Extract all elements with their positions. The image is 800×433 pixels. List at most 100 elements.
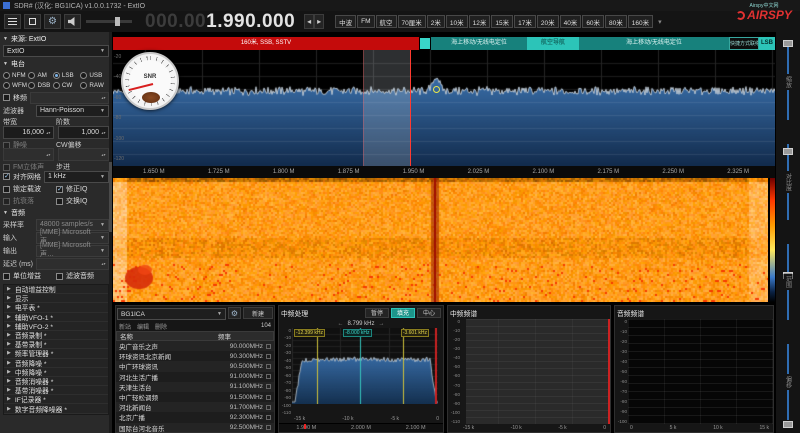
audio-section-header[interactable]: ▼音频 <box>3 207 109 218</box>
band-button[interactable]: 12米 <box>469 15 491 28</box>
tuning-line[interactable] <box>410 50 411 166</box>
row-checkbox[interactable] <box>266 395 271 400</box>
action-new[interactable]: 新站 <box>119 322 131 331</box>
mode-radio[interactable]: WFM <box>3 82 28 89</box>
audio-plot[interactable] <box>628 319 773 424</box>
band-button[interactable]: 航空 <box>376 15 397 28</box>
band-button[interactable]: 70厘米 <box>398 15 426 28</box>
scrollbar-thumb[interactable] <box>109 162 112 232</box>
airspy-logo[interactable]: Airspy中文网 AIRSPY <box>731 2 797 21</box>
radio-section-header[interactable]: ▼电台 <box>3 58 109 69</box>
source-select[interactable]: ExtIO▼ <box>3 45 109 57</box>
plugin-item[interactable]: ▶数字音频降噪器 * <box>4 404 108 413</box>
option-checkbox[interactable]: 锁定载波 <box>3 183 56 195</box>
volume-slider-thumb[interactable] <box>115 17 120 26</box>
action-delete[interactable]: 删除 <box>155 322 167 331</box>
table-row[interactable]: 央广音乐之声 90.000MHz <box>116 341 274 351</box>
vertical-slider[interactable]: 偏移 <box>776 332 800 432</box>
table-row[interactable]: 天津生活台 91.100MHz <box>116 382 274 392</box>
spinner-icon[interactable]: ▴▾ <box>45 149 52 160</box>
table-row[interactable]: 环球资讯北京新闻 90.300MHz <box>116 351 274 361</box>
table-row[interactable]: 中广轻松调频 91.500MHz <box>116 392 274 402</box>
band-plan-segment[interactable]: 航空导航 <box>527 37 579 50</box>
option-checkbox[interactable]: 抗衰落 <box>3 195 56 207</box>
spinner-icon[interactable]: ▴▾ <box>100 127 107 138</box>
shift-input[interactable]: ▴▾ <box>30 92 109 104</box>
spectrum-canvas[interactable] <box>113 50 775 166</box>
mute-button[interactable] <box>64 14 81 29</box>
row-checkbox[interactable] <box>266 374 271 379</box>
row-checkbox[interactable] <box>266 425 271 430</box>
option-checkbox[interactable]: 滤波音频 <box>56 270 109 282</box>
if-plot[interactable]: -12.399 kHz -8.000 kHz -3.601 kHz <box>292 328 443 415</box>
mode-radio[interactable]: RAW <box>80 82 109 89</box>
slider-thumb[interactable] <box>783 421 793 428</box>
table-row[interactable]: 北京广播 92.300MHz <box>116 412 274 422</box>
new-entry-button[interactable]: 新建 <box>243 307 273 319</box>
sidebar-scrollbar[interactable] <box>109 32 112 433</box>
step-up-button[interactable]: ▸ <box>314 14 324 29</box>
spectrum-view[interactable]: -20-40-60-80-100-120 SNR <box>113 50 775 166</box>
band-button[interactable]: 40米 <box>560 15 582 28</box>
band-button[interactable]: FM <box>357 15 374 28</box>
action-edit[interactable]: 编辑 <box>137 322 149 331</box>
frequency-display[interactable]: 000.001.990.000 <box>145 12 295 31</box>
row-checkbox[interactable] <box>266 354 271 359</box>
latency-input[interactable]: ▴▾ <box>36 258 109 270</box>
more-bands-chevron-icon[interactable]: ▾ <box>658 18 662 26</box>
spinner-icon[interactable]: ▴▾ <box>100 149 107 160</box>
if2-plot[interactable] <box>461 319 610 424</box>
source-section-header[interactable]: ▼来源: ExtIO <box>3 33 109 44</box>
vertical-slider[interactable]: 缩放 <box>776 32 800 132</box>
filter-selection-overlay[interactable] <box>363 50 410 166</box>
band-button[interactable]: 20米 <box>537 15 559 28</box>
mode-radio[interactable]: USB <box>80 72 109 79</box>
row-checkbox[interactable] <box>266 405 271 410</box>
band-button[interactable]: 15米 <box>491 15 513 28</box>
table-row[interactable]: 河北生活广播 91.000MHz <box>116 372 274 382</box>
audio-output-select[interactable]: [MME] Microsoft 声…▼ <box>36 245 109 257</box>
menu-button[interactable] <box>4 14 21 29</box>
table-row[interactable]: 河北新闻台 91.700MHz <box>116 402 274 412</box>
band-button[interactable]: 2米 <box>427 15 445 28</box>
step-down-button[interactable]: ◂ <box>304 14 314 29</box>
spinner-icon[interactable]: ▴▾ <box>100 93 107 103</box>
mode-radio[interactable]: DSB <box>28 82 52 89</box>
spinner-icon[interactable]: ▴▾ <box>100 259 107 269</box>
band-plan-segment[interactable] <box>420 38 430 49</box>
band-button[interactable]: 17米 <box>514 15 536 28</box>
option-checkbox[interactable]: 修正IQ <box>56 183 109 195</box>
start-stop-button[interactable] <box>24 14 41 29</box>
spinner-icon[interactable]: ▴▾ <box>45 127 52 138</box>
mode-radio[interactable]: CW <box>53 82 81 89</box>
band-button[interactable]: 10米 <box>446 15 468 28</box>
waterfall-view[interactable] <box>113 178 775 302</box>
band-button[interactable]: 160米 <box>628 15 653 28</box>
mode-radio[interactable]: AM <box>28 72 52 79</box>
band-plan-segment[interactable]: 海上移动/无线电定位 <box>431 37 527 50</box>
bandwidth-input[interactable]: 16,000▴▾ <box>3 126 54 139</box>
band-button[interactable]: 60米 <box>582 15 604 28</box>
column-name[interactable]: 名称 <box>120 331 218 341</box>
settings-button[interactable]: ⚙ <box>44 14 61 29</box>
row-checkbox[interactable] <box>266 364 271 369</box>
if-canvas[interactable] <box>292 328 438 404</box>
row-checkbox[interactable] <box>266 384 271 389</box>
squelch-input[interactable]: ▴▾ <box>3 148 54 161</box>
option-checkbox[interactable]: 交换IQ <box>56 195 109 207</box>
if-button[interactable]: 填充 <box>391 308 415 318</box>
manager-settings-button[interactable]: ⚙ <box>228 307 241 319</box>
table-row[interactable]: 国际台河北音乐 92.500MHz <box>116 423 274 433</box>
mini-band-scale[interactable]: 1.990 M 2.000 M 2.100 M <box>279 423 443 432</box>
fm-stereo-checkbox[interactable]: FM立体声 <box>3 161 56 173</box>
slider-thumb[interactable] <box>783 40 793 47</box>
band-plan-segment[interactable]: 快捷方式联络 <box>729 37 759 50</box>
row-checkbox[interactable] <box>266 415 271 420</box>
mode-radio[interactable]: LSB <box>53 72 81 79</box>
if-button[interactable]: 中心 <box>417 308 441 318</box>
row-checkbox[interactable] <box>266 344 271 349</box>
option-checkbox[interactable]: 单位增益 <box>3 270 56 282</box>
mode-radio[interactable]: NFM <box>3 72 28 79</box>
band-plan-segment[interactable]: 海上移动/无线电定位 <box>579 37 729 50</box>
vertical-slider[interactable]: 范围 <box>776 232 800 332</box>
